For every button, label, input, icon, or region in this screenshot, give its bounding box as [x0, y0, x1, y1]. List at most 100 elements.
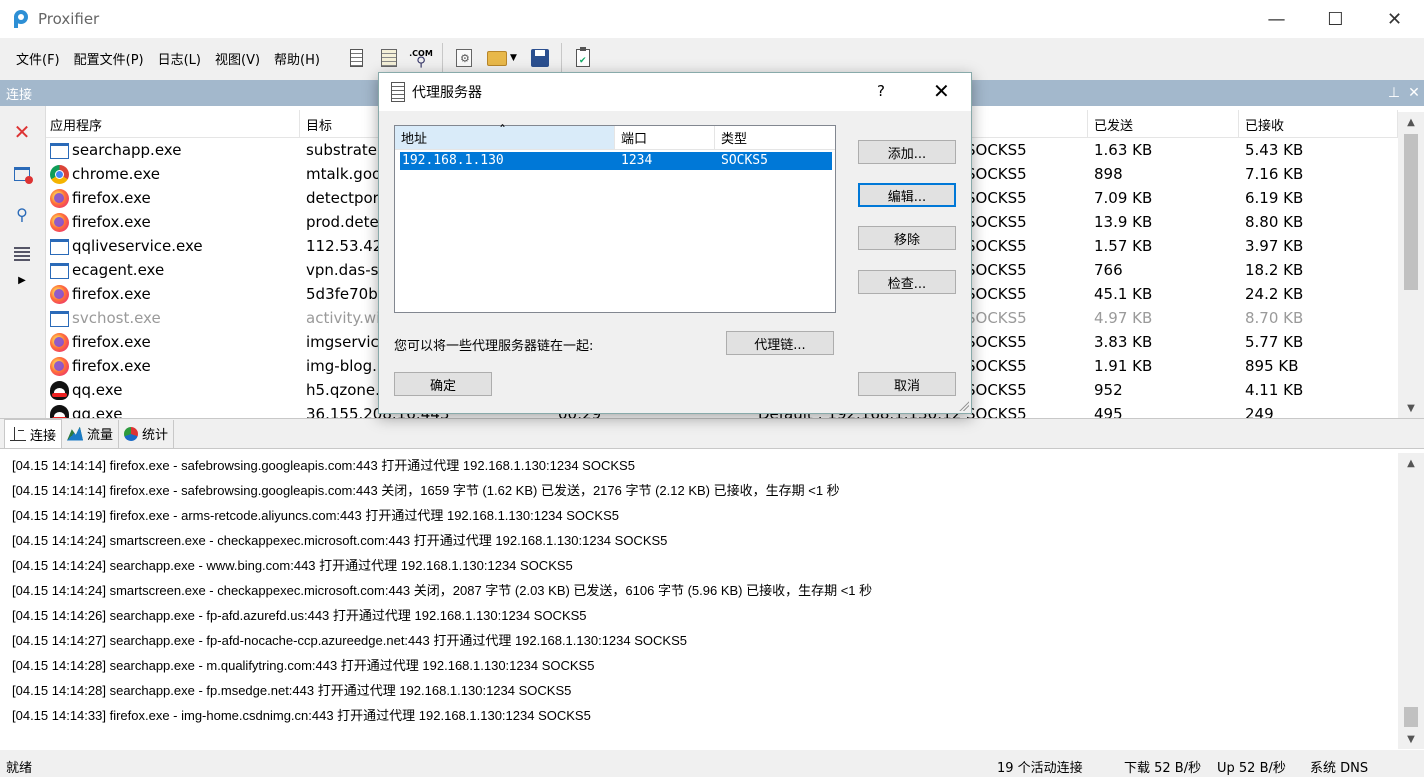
rules-list-icon — [380, 49, 397, 67]
cell-application: qqliveservice.exe — [46, 237, 300, 255]
minimize-button[interactable]: — — [1247, 0, 1306, 38]
cell-proxy-type: SOCKS5 — [966, 165, 1027, 183]
log-line: [04.15 14:14:14] firefox.exe - safebrows… — [12, 458, 635, 473]
menu-view[interactable]: 视图(V) — [208, 49, 267, 68]
cell-sent: 3.83 KB — [1094, 333, 1153, 351]
add-button[interactable]: 添加... — [858, 140, 956, 164]
column-type[interactable]: 类型 — [715, 126, 835, 150]
tab-connections[interactable]: 连接 — [4, 418, 63, 449]
proxification-rules-button[interactable] — [375, 44, 403, 72]
log-line: [04.15 14:14:14] firefox.exe - safebrows… — [12, 483, 840, 498]
scroll-down-icon[interactable]: ▼ — [1398, 398, 1424, 418]
ok-button[interactable]: 确定 — [394, 372, 492, 396]
application-window-icon — [50, 143, 69, 159]
view-tabs: 连接 流量 统计 — [0, 418, 1424, 449]
name-resolution-button[interactable]: .COM ⚲ — [407, 44, 435, 72]
tab-connections-label: 连接 — [30, 428, 57, 444]
cell-proxy-type: SOCKS5 — [966, 405, 1027, 418]
edit-button[interactable]: 编辑... — [858, 183, 956, 207]
cancel-button[interactable]: 取消 — [858, 372, 956, 396]
close-connection-icon[interactable]: ✕ — [12, 120, 32, 144]
log-scrollbar[interactable]: ▲ ▼ — [1398, 453, 1424, 749]
tab-traffic[interactable]: 流量 — [62, 419, 120, 448]
proxy-server-row[interactable]: 192.168.1.130 1234 SOCKS5 — [400, 152, 832, 170]
column-address[interactable]: 地址 ˆ — [395, 124, 615, 150]
scroll-thumb[interactable] — [1404, 707, 1418, 727]
dialog-close-button[interactable]: ✕ — [933, 79, 950, 103]
cell-application: qq.exe — [46, 380, 300, 400]
cell-proxy-type: SOCKS5 — [966, 309, 1027, 327]
column-proxy-type[interactable] — [960, 110, 1088, 138]
remove-button[interactable]: 移除 — [858, 226, 956, 250]
dns-com-icon: .COM ⚲ — [409, 48, 433, 70]
cell-application: searchapp.exe — [46, 141, 300, 159]
pin-icon[interactable]: ⊥ — [1384, 85, 1404, 101]
window-title: Proxifier — [38, 10, 100, 28]
cell-proxy-type: SOCKS5 — [966, 381, 1027, 399]
column-port[interactable]: 端口 — [615, 126, 715, 150]
help-button[interactable]: ? — [877, 82, 885, 100]
application-name: firefox.exe — [72, 189, 151, 207]
firefox-icon — [50, 212, 69, 232]
save-profile-button[interactable] — [526, 44, 554, 72]
cell-sent: 45.1 KB — [1094, 285, 1153, 303]
application-name: qq.exe — [72, 405, 123, 418]
column-received[interactable]: 已接收 — [1239, 110, 1398, 138]
close-button[interactable]: ✕ — [1365, 0, 1424, 38]
scroll-up-icon[interactable]: ▲ — [1398, 112, 1424, 132]
tab-statistics[interactable]: 统计 — [119, 419, 175, 448]
advanced-settings-button[interactable]: ⚙ — [450, 44, 478, 72]
menu-help[interactable]: 帮助(H) — [267, 49, 327, 68]
cell-application: svchost.exe — [46, 309, 300, 327]
column-application[interactable]: 应用程序 — [46, 110, 300, 138]
scroll-down-icon[interactable]: ▼ — [1398, 729, 1424, 749]
cell-application: chrome.exe — [46, 164, 300, 184]
resize-grip[interactable] — [957, 399, 969, 411]
cell-application: ecagent.exe — [46, 261, 300, 279]
cell-application: firefox.exe — [46, 356, 300, 376]
application-window-icon — [50, 311, 69, 327]
menu-file[interactable]: 文件(F) — [9, 49, 67, 68]
proxy-server-list[interactable]: 地址 ˆ 端口 类型 192.168.1.130 1234 SOCKS5 — [394, 124, 836, 313]
application-name: firefox.exe — [72, 357, 151, 375]
open-profile-button[interactable]: ▼ — [482, 44, 522, 72]
proxy-servers-button[interactable] — [343, 44, 371, 72]
proxy-type: SOCKS5 — [721, 153, 768, 168]
qq-penguin-icon — [50, 380, 69, 400]
cell-application: firefox.exe — [46, 332, 300, 352]
dialog-title-bar: 代理服务器 ? ✕ — [379, 73, 971, 111]
folder-icon — [487, 50, 507, 66]
application-name: searchapp.exe — [72, 141, 182, 159]
log-panel: [04.15 14:14:14] firefox.exe - safebrows… — [0, 448, 1424, 750]
scroll-thumb[interactable] — [1404, 134, 1418, 290]
expand-arrow-icon[interactable]: ▶ — [12, 270, 32, 290]
menu-log[interactable]: 日志(L) — [151, 49, 208, 68]
close-panel-icon[interactable]: ✕ — [1404, 85, 1424, 101]
server-icon — [350, 49, 364, 67]
clipboard-button[interactable]: ✔ — [569, 44, 597, 72]
application-name: chrome.exe — [72, 165, 160, 183]
cell-received: 5.43 KB — [1245, 141, 1304, 159]
gear-document-icon: ⚙ — [455, 49, 472, 67]
cell-proxy-type: SOCKS5 — [966, 357, 1027, 375]
connections-icon — [10, 427, 26, 441]
window-stop-icon[interactable] — [12, 164, 33, 184]
chrome-icon — [50, 164, 69, 184]
check-button[interactable]: 检查... — [858, 270, 956, 294]
status-dns: 系统 DNS — [1310, 761, 1369, 776]
proxy-servers-dialog: 代理服务器 ? ✕ 地址 ˆ 端口 类型 192.168.1.130 1234 … — [378, 72, 972, 414]
connections-scrollbar[interactable]: ▲ ▼ — [1398, 112, 1424, 418]
menu-profile[interactable]: 配置文件(P) — [67, 49, 151, 68]
cell-received: 4.11 KB — [1245, 381, 1304, 399]
status-download-rate: 下载 52 B/秒 — [1124, 761, 1202, 776]
list-view-icon[interactable] — [12, 244, 32, 264]
cell-sent: 495 — [1094, 405, 1123, 418]
maximize-button[interactable]: ☐ — [1306, 0, 1365, 38]
scroll-up-icon[interactable]: ▲ — [1398, 453, 1424, 473]
application-name: qq.exe — [72, 381, 123, 399]
find-key-icon[interactable]: ⚲ — [12, 204, 32, 224]
application-name: ecagent.exe — [72, 261, 165, 279]
proxy-chain-button[interactable]: 代理链... — [726, 331, 834, 355]
column-sent[interactable]: 已发送 — [1088, 110, 1239, 138]
firefox-icon — [50, 188, 69, 208]
